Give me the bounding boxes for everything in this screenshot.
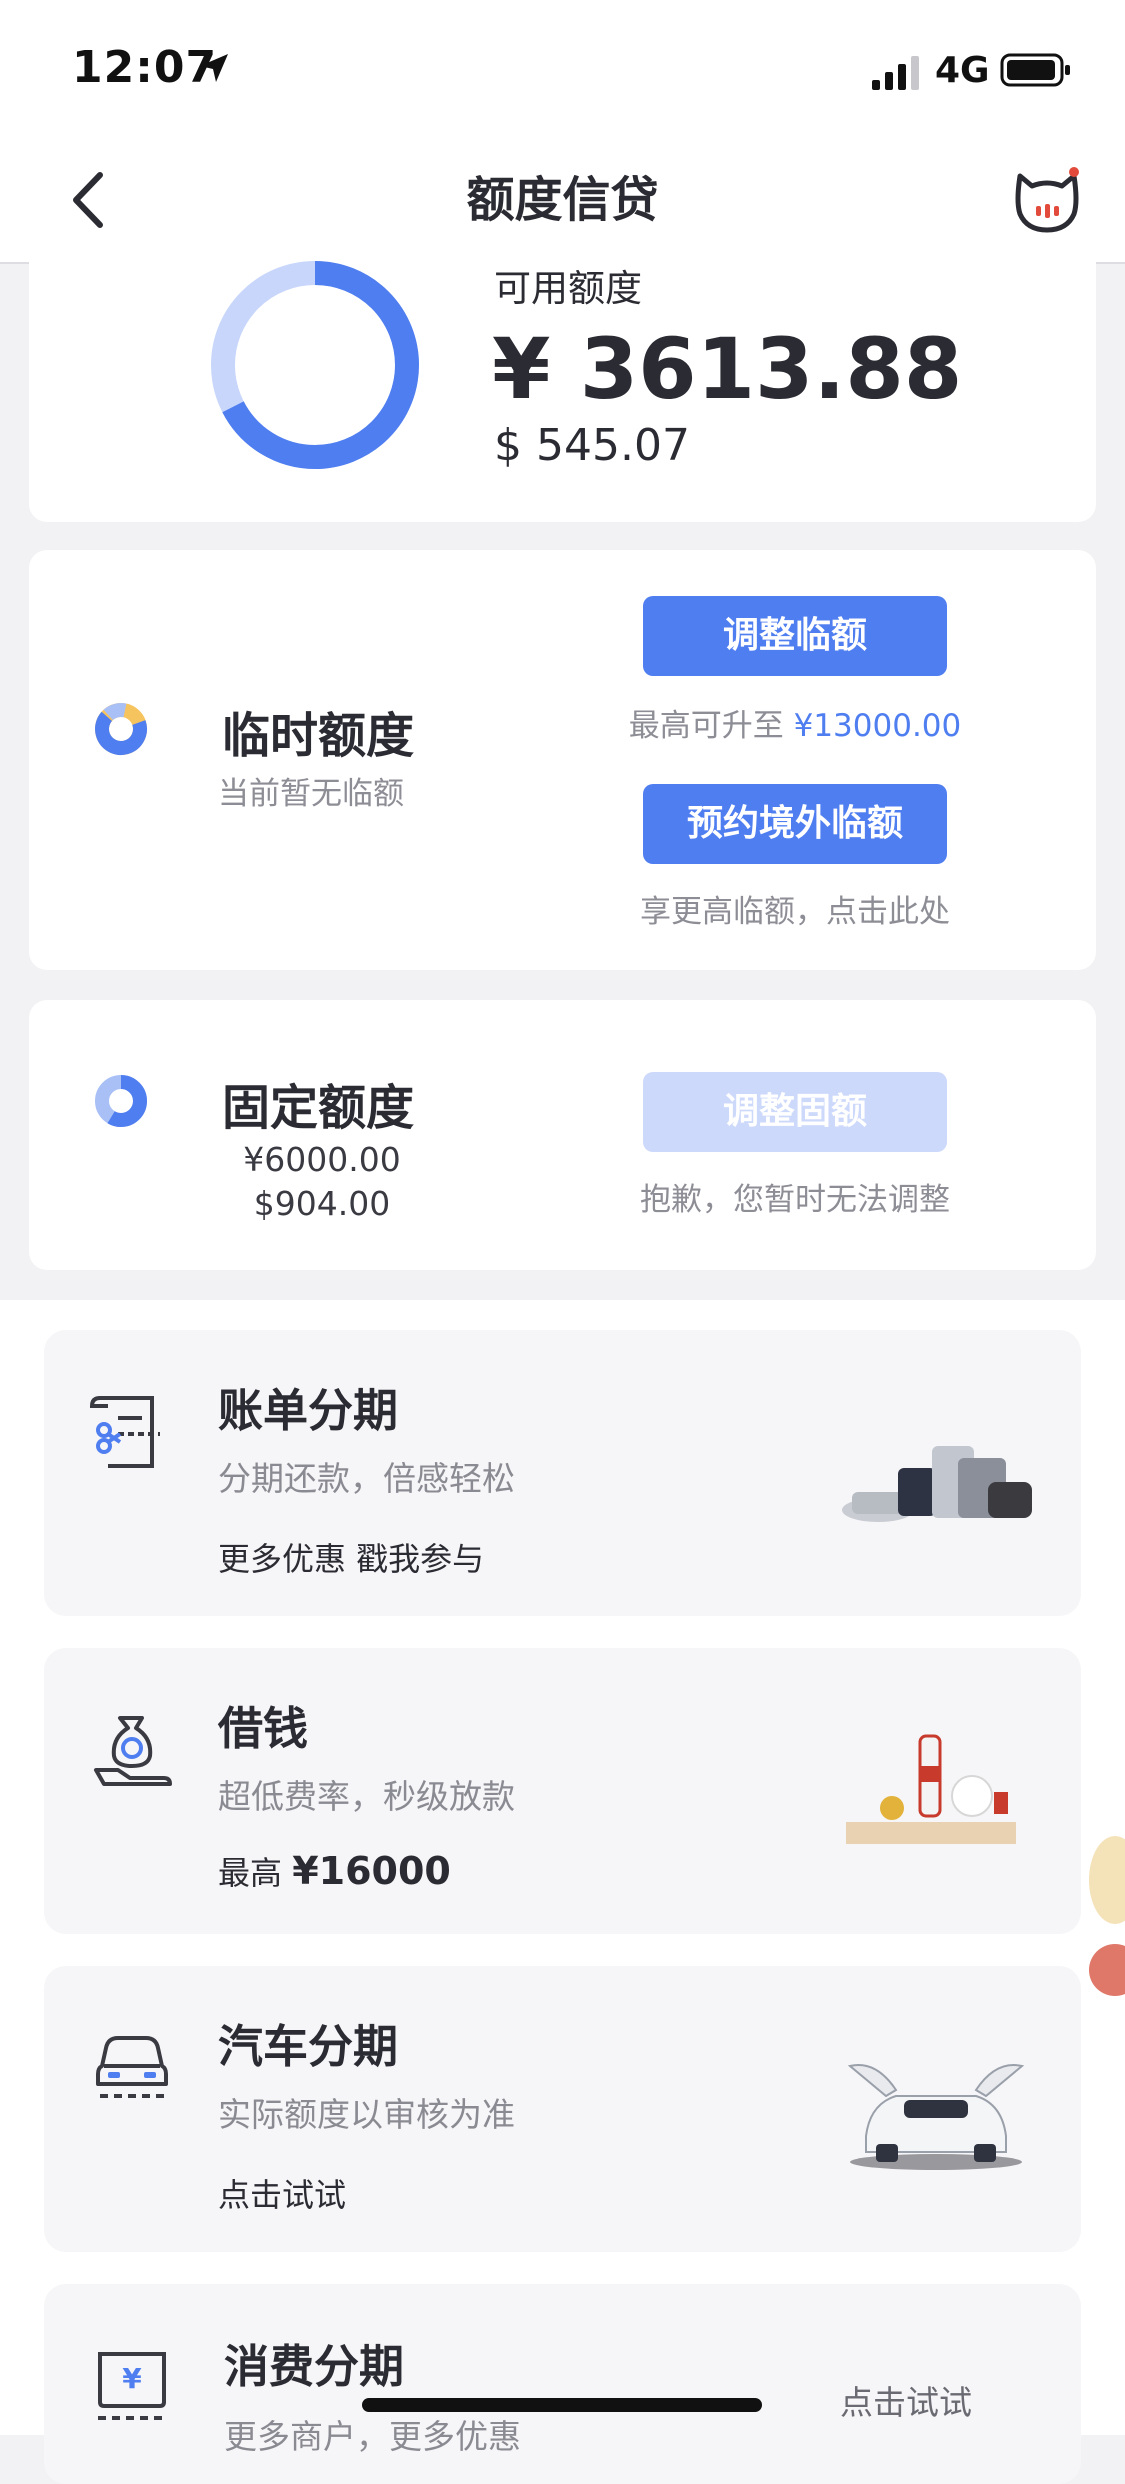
temp-max-hint: 最高可升至 ¥13000.00 bbox=[600, 700, 990, 745]
shopping-box-icon: ¥ bbox=[98, 2352, 166, 2420]
car-installment-title: 汽车分期 bbox=[218, 2020, 399, 2073]
adjust-fixed-credit-button: 调整固额 bbox=[643, 1072, 947, 1152]
temp-max-hint-prefix: 最高可升至 bbox=[628, 708, 794, 744]
temp-credit-title: 临时额度 bbox=[222, 708, 415, 764]
fixed-credit-usd: $904.00 bbox=[253, 1184, 391, 1223]
white-car-image bbox=[847, 2064, 1025, 2170]
cat-mascot-icon[interactable] bbox=[1012, 162, 1082, 234]
fixed-credit-title: 固定额度 bbox=[222, 1080, 415, 1136]
bill-installment-title: 账单分期 bbox=[218, 1384, 399, 1437]
fixed-credit-pie-icon bbox=[95, 1075, 147, 1127]
temp-max-hint-value: ¥13000.00 bbox=[793, 708, 962, 744]
consumer-installment-title: 消费分期 bbox=[224, 2340, 405, 2393]
battery-icon bbox=[1000, 53, 1070, 87]
available-usd: $ 545.07 bbox=[494, 420, 690, 471]
car-icon bbox=[96, 2036, 168, 2098]
bill-scissors-icon bbox=[89, 1396, 160, 1468]
overseas-hint[interactable]: 享更高临额，点击此处 bbox=[600, 886, 990, 931]
gift-items-image bbox=[846, 1734, 1016, 1844]
home-indicator[interactable] bbox=[362, 2398, 762, 2412]
available-cny: ¥ 3613.88 bbox=[492, 320, 963, 418]
car-installment-note: 点击试试 bbox=[218, 2176, 347, 2214]
floating-decoration-image bbox=[1089, 1836, 1125, 1996]
borrow-subtitle: 超低费率，秒级放款 bbox=[218, 1777, 515, 1816]
money-bag-hand-icon bbox=[94, 1716, 172, 1786]
bill-installment-subtitle: 分期还款，倍感轻松 bbox=[218, 1459, 515, 1498]
available-label: 可用额度 bbox=[494, 267, 642, 310]
credit-donut-chart bbox=[211, 261, 419, 469]
consumer-installment-note[interactable]: 点击试试 bbox=[840, 2376, 972, 2424]
location-arrow-icon bbox=[200, 54, 228, 82]
temp-credit-subtitle: 当前暂无临额 bbox=[218, 776, 404, 812]
borrow-title: 借钱 bbox=[218, 1702, 309, 1755]
borrow-note-value: ¥16000 bbox=[292, 1849, 451, 1893]
borrow-note-prefix: 最高 bbox=[218, 1854, 293, 1892]
appliances-image bbox=[842, 1446, 1032, 1522]
signal-icon bbox=[872, 56, 919, 90]
consumer-installment-subtitle: 更多商户，更多优惠 bbox=[224, 2417, 521, 2456]
overseas-temp-credit-button[interactable]: 预约境外临额 bbox=[643, 784, 947, 864]
svg-text:¥: ¥ bbox=[122, 2362, 142, 2395]
temp-credit-pie-icon bbox=[95, 703, 147, 755]
fixed-credit-cny: ¥6000.00 bbox=[243, 1140, 401, 1179]
fixed-credit-hint: 抱歉，您暂时无法调整 bbox=[640, 1182, 950, 1218]
network-type: 4G bbox=[935, 50, 990, 91]
page-title: 额度信贷 bbox=[466, 172, 659, 228]
borrow-note: 最高 ¥16000 bbox=[218, 1848, 451, 1894]
car-installment-subtitle: 实际额度以审核为准 bbox=[218, 2095, 515, 2134]
bill-installment-note: 更多优惠 戳我参与 bbox=[218, 1540, 485, 1578]
adjust-temp-credit-button[interactable]: 调整临额 bbox=[643, 596, 947, 676]
